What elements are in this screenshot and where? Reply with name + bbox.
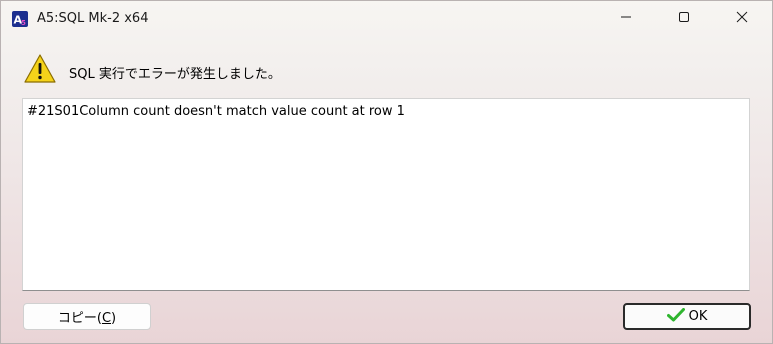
checkmark-icon	[666, 307, 685, 326]
title-bar[interactable]: A 5 A5:SQL Mk-2 x64	[1, 1, 772, 37]
error-dialog-window: A 5 A5:SQL Mk-2 x64 SQL 実行でエラーが発生しました。 #…	[0, 0, 773, 344]
warning-icon	[23, 53, 57, 85]
copy-button[interactable]: コピー(C)	[23, 303, 151, 330]
ok-button[interactable]: OK	[623, 303, 751, 330]
app-logo-icon: A 5	[11, 10, 29, 28]
window-title: A5:SQL Mk-2 x64	[37, 11, 149, 26]
svg-text:5: 5	[21, 19, 26, 27]
minimize-icon	[620, 11, 632, 27]
maximize-button[interactable]	[661, 1, 707, 37]
message-row: SQL 実行でエラーが発生しました。	[23, 53, 723, 87]
minimize-button[interactable]	[603, 1, 649, 37]
maximize-icon	[678, 11, 690, 27]
error-detail-textbox[interactable]: #21S01Column count doesn't match value c…	[22, 98, 750, 291]
error-message: SQL 実行でエラーが発生しました。	[69, 67, 281, 82]
close-button[interactable]	[719, 1, 765, 37]
copy-button-label: コピー(C)	[57, 311, 117, 326]
close-icon	[736, 11, 748, 27]
ok-button-label: OK	[688, 309, 708, 324]
